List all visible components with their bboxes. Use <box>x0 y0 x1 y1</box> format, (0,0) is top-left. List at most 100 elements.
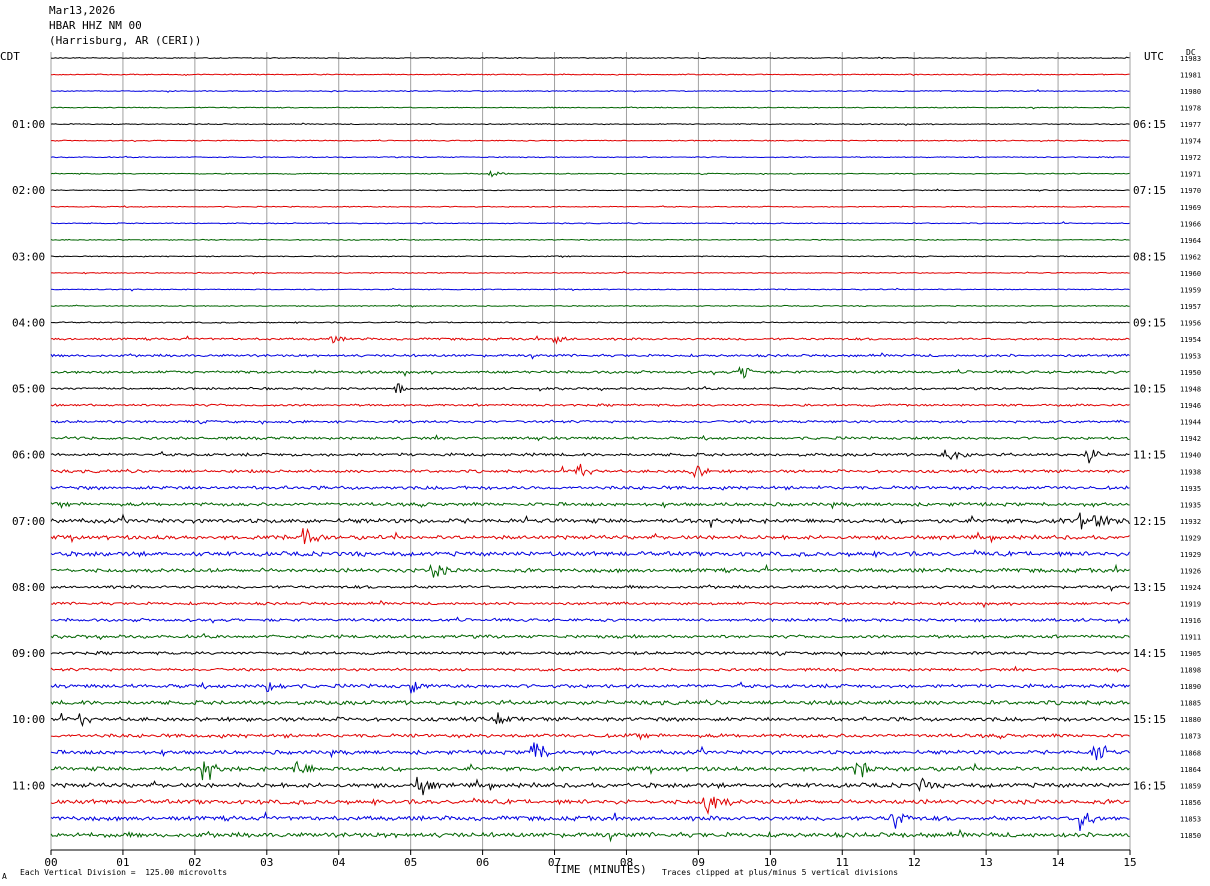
trace-blue <box>50 89 1130 93</box>
trace-red <box>50 403 1130 408</box>
trace-green <box>50 366 1130 379</box>
trace-black <box>50 449 1130 464</box>
dc-offset-label: 11977 <box>1180 121 1201 129</box>
right-hour-label: 09:15 <box>1133 316 1166 329</box>
dc-offset-label: 11890 <box>1180 683 1201 691</box>
trace-blue <box>50 419 1130 425</box>
trace-green <box>50 170 1130 178</box>
dc-offset-label: 11856 <box>1180 799 1201 807</box>
dc-offset-label: 11964 <box>1180 237 1201 245</box>
dc-offset-label: 11971 <box>1180 171 1201 179</box>
x-tick-label: 13 <box>980 856 993 869</box>
trace-black <box>50 255 1130 258</box>
dc-offset-label: 11853 <box>1180 815 1201 823</box>
trace-blue <box>50 155 1130 159</box>
trace-green <box>50 106 1130 110</box>
trace-red <box>50 205 1130 208</box>
left-hour-label: 08:00 <box>12 581 45 594</box>
trace-green <box>50 563 1130 578</box>
dc-offset-label: 11898 <box>1180 667 1201 675</box>
right-hour-label: 13:15 <box>1133 581 1166 594</box>
dc-offset-label: 11885 <box>1180 700 1201 708</box>
trace-blue <box>50 681 1130 694</box>
dc-offset-label: 11962 <box>1180 253 1201 261</box>
trace-blue <box>50 549 1130 559</box>
dc-offset-label: 11966 <box>1180 220 1201 228</box>
clip-note: Traces clipped at plus/minus 5 vertical … <box>662 868 899 877</box>
x-tick-label: 14 <box>1051 856 1065 869</box>
x-tick-label: 12 <box>908 856 921 869</box>
trace-red <box>50 527 1130 545</box>
scale-note: Each Vertical Division = 125.00 microvol… <box>20 868 228 877</box>
trace-green <box>50 238 1130 241</box>
dc-offset-label: 11859 <box>1180 782 1201 790</box>
trace-red <box>50 463 1130 479</box>
x-tick-label: 05 <box>404 856 417 869</box>
left-hour-label: 09:00 <box>12 647 45 660</box>
dc-offset-label: 11960 <box>1180 270 1201 278</box>
dc-offset-label: 11868 <box>1180 749 1201 757</box>
right-hour-label: 12:15 <box>1133 515 1166 528</box>
trace-black <box>50 650 1130 657</box>
trace-red <box>50 139 1130 143</box>
dc-offset-label: 11929 <box>1180 551 1201 559</box>
trace-green <box>50 501 1130 510</box>
trace-black <box>50 188 1130 192</box>
dc-offset-label: 11981 <box>1180 72 1201 80</box>
right-hour-label: 14:15 <box>1133 647 1166 660</box>
dc-offset-label: 11864 <box>1180 766 1201 774</box>
dc-offset-label: 11926 <box>1180 567 1201 575</box>
right-hour-label: 08:15 <box>1133 250 1166 263</box>
right-hour-label: 07:15 <box>1133 184 1166 197</box>
trace-black <box>50 712 1130 728</box>
x-axis-title: TIME (MINUTES) <box>554 863 647 876</box>
trace-red <box>50 665 1130 673</box>
trace-black <box>50 383 1130 394</box>
dc-offset-label: 11942 <box>1180 435 1201 443</box>
dc-offset-label: 11880 <box>1180 716 1201 724</box>
dc-offset-label: 11972 <box>1180 154 1201 162</box>
trace-red <box>50 599 1130 609</box>
left-hour-label: 11:00 <box>12 779 45 792</box>
dc-offset-label: 11948 <box>1180 386 1201 394</box>
dc-offset-label: 11957 <box>1180 303 1201 311</box>
trace-blue <box>50 810 1130 831</box>
dc-offset-label: 11850 <box>1180 832 1201 840</box>
dc-offset-label: 11919 <box>1180 600 1201 608</box>
left-hour-label: 06:00 <box>12 449 45 462</box>
trace-black <box>50 584 1130 592</box>
left-hour-label: 03:00 <box>12 250 45 263</box>
left-hour-label: 07:00 <box>12 515 45 528</box>
dc-offset-label: 11983 <box>1180 55 1201 63</box>
left-hour-label: 01:00 <box>12 118 45 131</box>
right-hour-label: 15:15 <box>1133 713 1166 726</box>
dc-offset-label: 11959 <box>1180 286 1201 294</box>
dc-offset-label: 11970 <box>1180 187 1201 195</box>
trace-black <box>50 512 1130 530</box>
left-hour-label: 02:00 <box>12 184 45 197</box>
dc-offset-label: 11954 <box>1180 336 1201 344</box>
dc-offset-label: 11929 <box>1180 534 1201 542</box>
trace-green <box>50 434 1130 442</box>
trace-red <box>50 732 1130 741</box>
trace-red <box>50 270 1130 275</box>
dc-offset-label: 11924 <box>1180 584 1201 592</box>
dc-offset-label: 11944 <box>1180 419 1201 427</box>
trace-blue <box>50 221 1130 225</box>
x-tick-label: 15 <box>1123 856 1136 869</box>
seismogram-plot: 00 01 02 03 04 05 06 07 08 09 10 11 12 13 14 1511983119… <box>12 52 1201 869</box>
dc-offset-label: 11873 <box>1180 733 1201 741</box>
x-tick-label: 06 <box>476 856 489 869</box>
trace-black <box>50 776 1130 796</box>
left-hour-label: 05:00 <box>12 383 45 396</box>
trace-red <box>50 335 1130 345</box>
right-hour-label: 06:15 <box>1133 118 1166 131</box>
left-hour-label: 04:00 <box>12 316 45 329</box>
trace-green <box>50 304 1130 308</box>
dc-offset-label: 11946 <box>1180 402 1201 410</box>
trace-black <box>50 122 1130 127</box>
trace-blue <box>50 742 1130 761</box>
right-hour-label: 11:15 <box>1133 449 1166 462</box>
trace-blue <box>50 352 1130 360</box>
trace-green <box>50 632 1130 641</box>
